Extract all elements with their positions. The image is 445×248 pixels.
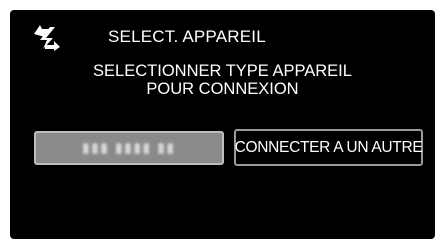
wireless-transfer-icon: [32, 23, 62, 51]
instruction-message: SELECTIONNER TYPE APPAREIL POUR CONNEXIO…: [10, 62, 435, 98]
paired-device-button[interactable]: ▮▮▮ ▮▮▮▮ ▮▮: [34, 131, 224, 165]
screen-title: SELECT. APPAREIL: [108, 27, 266, 46]
instruction-line-1: SELECTIONNER TYPE APPAREIL: [93, 62, 352, 80]
paired-device-label: ▮▮▮ ▮▮▮▮ ▮▮: [82, 140, 176, 155]
camera-screen: SELECT. APPAREIL SELECTIONNER TYPE APPAR…: [10, 10, 435, 239]
connect-other-label: CONNECTER A UN AUTRE: [234, 138, 423, 156]
instruction-line-2: POUR CONNEXION: [146, 80, 299, 98]
connect-other-button[interactable]: CONNECTER A UN AUTRE: [234, 129, 423, 166]
